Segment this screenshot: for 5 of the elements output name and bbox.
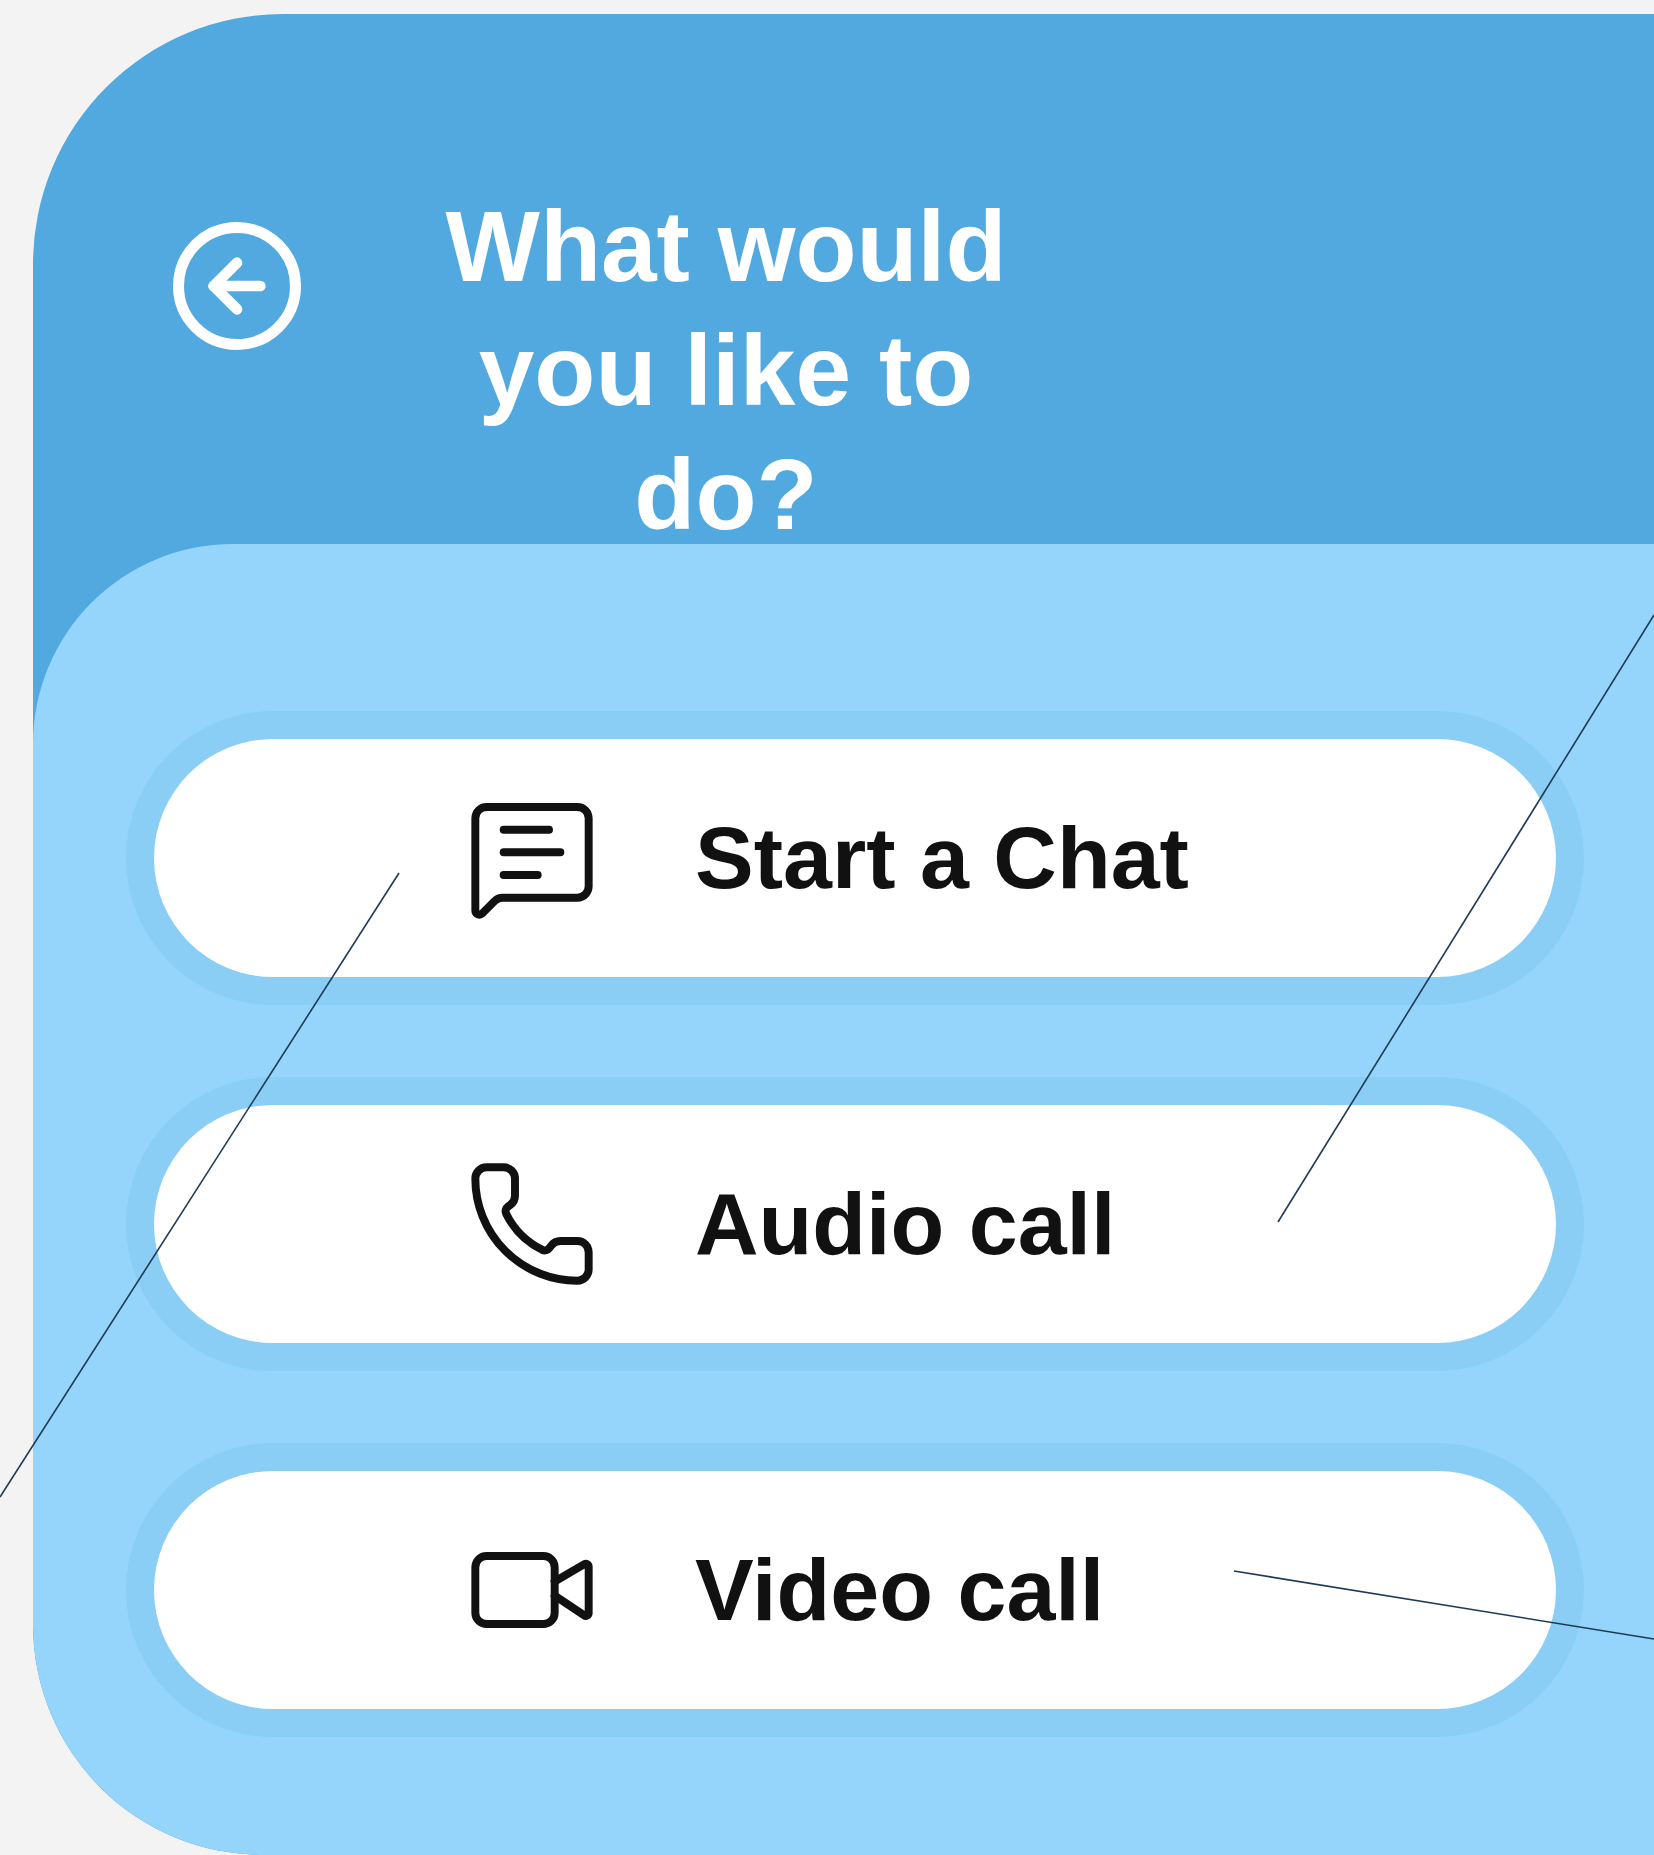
back-button[interactable]	[173, 222, 301, 350]
option-button[interactable]: Start a Chat	[154, 739, 1556, 977]
option-button[interactable]: Video call	[154, 1471, 1556, 1709]
option-button[interactable]: Audio call	[154, 1105, 1556, 1343]
page-title: What would you like to do?	[444, 189, 1008, 552]
